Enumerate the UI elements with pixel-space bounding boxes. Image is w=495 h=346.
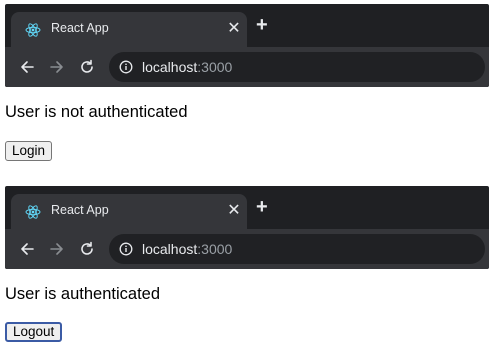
browser-tab[interactable]: React App ✕ <box>11 12 247 47</box>
url-port: :3000 <box>197 241 233 257</box>
url-host: localhost <box>142 241 198 257</box>
address-bar[interactable]: localhost:3000 <box>109 52 485 82</box>
logout-button[interactable]: Logout <box>5 322 63 342</box>
plus-icon[interactable]: + <box>256 15 268 35</box>
info-icon[interactable] <box>119 60 133 74</box>
url-port: :3000 <box>197 59 233 75</box>
browser-window: React App ✕ + localhost:3000 <box>5 186 489 269</box>
auth-status-text: User is not authenticated <box>5 103 188 121</box>
info-icon[interactable] <box>119 242 133 256</box>
url-text[interactable]: localhost:3000 <box>142 59 232 75</box>
reload-icon[interactable] <box>79 241 95 257</box>
reload-icon[interactable] <box>79 59 95 75</box>
browser-tab[interactable]: React App ✕ <box>11 194 247 229</box>
react-icon <box>25 205 41 219</box>
browser-toolbar: localhost:3000 <box>5 47 489 87</box>
login-button[interactable]: Login <box>5 141 53 161</box>
auth-status-text: User is authenticated <box>5 285 161 303</box>
url-host: localhost <box>142 59 198 75</box>
tab-title: React App <box>51 21 109 35</box>
browser-window: React App ✕ + localhost:3000 <box>5 4 489 87</box>
arrow-right-icon[interactable] <box>49 59 65 75</box>
arrow-left-icon[interactable] <box>19 59 35 75</box>
address-bar[interactable]: localhost:3000 <box>109 234 485 264</box>
plus-icon[interactable]: + <box>256 197 268 217</box>
close-icon[interactable]: ✕ <box>225 202 243 220</box>
arrow-right-icon[interactable] <box>49 241 65 257</box>
arrow-left-icon[interactable] <box>19 241 35 257</box>
tab-title: React App <box>51 203 109 217</box>
react-icon <box>25 23 41 37</box>
browser-toolbar: localhost:3000 <box>5 229 489 269</box>
url-text[interactable]: localhost:3000 <box>142 241 232 257</box>
close-icon[interactable]: ✕ <box>225 20 243 38</box>
